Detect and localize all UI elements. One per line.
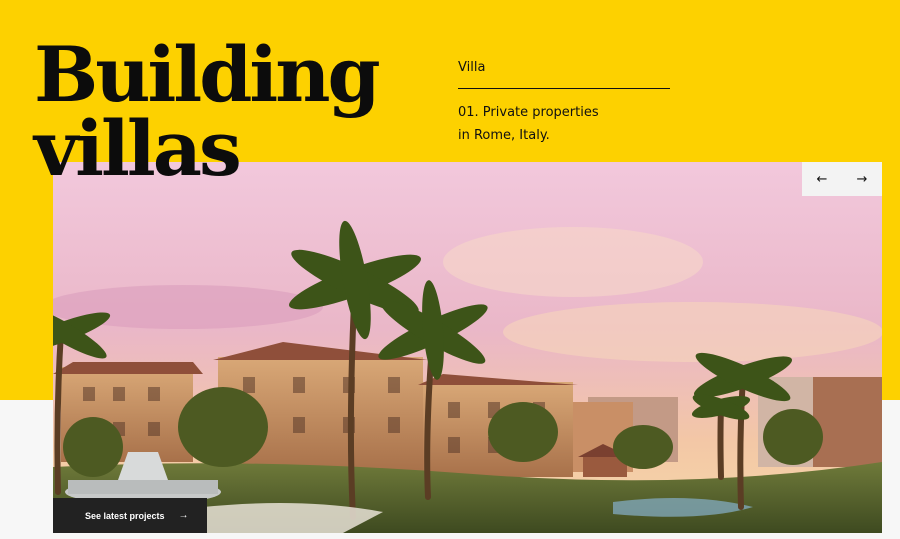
project-info: Villa 01. Private properties in Rome, It… (458, 60, 670, 147)
hero-image: ← → See latest projects → (53, 162, 882, 533)
arrow-right-icon: → (856, 171, 868, 187)
cta-label: See latest projects (85, 510, 165, 521)
arrow-left-icon: ← (816, 171, 828, 187)
arrow-right-icon: → (178, 510, 189, 521)
slider-next-button[interactable]: → (842, 162, 882, 196)
villa-photo (53, 162, 882, 533)
project-description: 01. Private properties in Rome, Italy. (458, 105, 599, 143)
project-category: Villa (458, 60, 670, 89)
title-line-1: Building (34, 30, 381, 119)
see-latest-projects-button[interactable]: See latest projects → (53, 498, 207, 533)
title-line-2: villas (34, 104, 242, 193)
page-title: Building villas (34, 36, 434, 188)
slider-prev-button[interactable]: ← (802, 162, 842, 196)
